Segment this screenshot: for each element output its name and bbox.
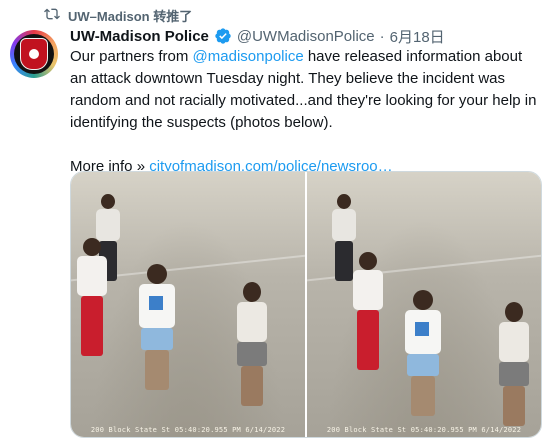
retweet-icon	[44, 6, 60, 25]
suspect-photo-1[interactable]: 200 Block State St 05:40:20.955 PM 6/14/…	[71, 172, 305, 437]
retweet-label: UW–Madison 转推了	[68, 8, 193, 24]
tweet-text-part1: Our partners from	[70, 48, 193, 65]
police-badge-avatar-icon	[14, 34, 54, 74]
tweet-text: Our partners from @madisonpolice have re…	[70, 46, 542, 178]
separator-dot: ·	[379, 27, 385, 45]
tweet-date[interactable]: 6月18日	[390, 26, 445, 47]
author-handle[interactable]: @UWMadisonPolice	[237, 28, 375, 45]
photo-caption: 200 Block State St 05:40:20.955 PM 6/14/…	[90, 426, 286, 434]
tweet-paragraph: Our partners from @madisonpolice have re…	[70, 46, 542, 134]
tweet-header: UW-Madison Police @UWMadisonPolice · 6月1…	[70, 26, 445, 46]
verified-badge-icon	[214, 27, 232, 45]
avatar[interactable]	[10, 30, 58, 78]
mention-link[interactable]: @madisonpolice	[193, 48, 304, 65]
photo-caption: 200 Block State St 05:40:20.955 PM 6/14/…	[326, 426, 522, 434]
author-name[interactable]: UW-Madison Police	[70, 28, 209, 45]
retweet-context[interactable]: UW–Madison 转推了	[44, 6, 192, 24]
tweet-media[interactable]: 200 Block State St 05:40:20.955 PM 6/14/…	[70, 171, 542, 438]
suspect-photo-2[interactable]: 200 Block State St 05:40:20.955 PM 6/14/…	[307, 172, 541, 437]
